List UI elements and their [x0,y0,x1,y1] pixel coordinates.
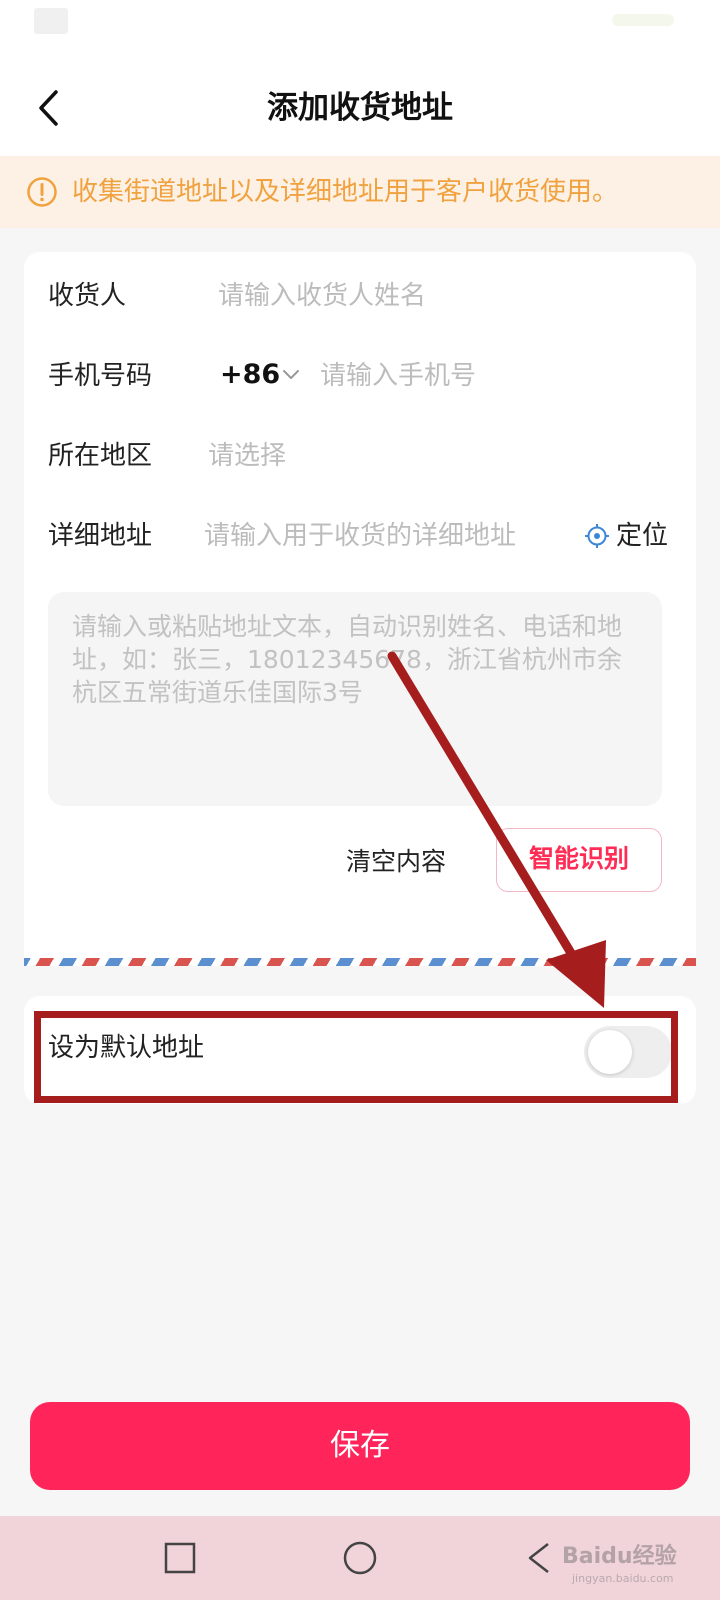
save-button[interactable]: 保存 [30,1402,690,1490]
toggle-knob [588,1030,632,1074]
status-bar [0,0,720,60]
home-icon[interactable] [336,1534,384,1582]
nav-back-icon[interactable] [516,1534,564,1582]
watermark-logo: Baidu经验 [562,1544,677,1569]
clear-content-button[interactable]: 清空内容 [346,844,446,880]
recipient-row: 收货人 请输入收货人姓名 [24,268,696,324]
phone-row: 手机号码 +86 请输入手机号 [24,348,696,404]
notice-banner: 收集街道地址以及详细地址用于客户收货使用。 [0,156,720,228]
recent-apps-icon[interactable] [156,1534,204,1582]
country-code-selector[interactable]: +86 [220,356,280,394]
region-row[interactable]: 所在地区 请选择 [24,428,696,484]
status-indicator [34,8,68,34]
phone-label: 手机号码 [48,361,153,391]
battery-icon [612,14,674,26]
default-address-label: 设为默认地址 [48,1033,205,1063]
page-title: 添加收货地址 [267,90,453,126]
phone-input[interactable]: 请输入手机号 [320,358,476,394]
address-label: 详细地址 [48,521,153,551]
locate-button[interactable]: 定位 [616,518,668,554]
smart-recognize-button[interactable]: 智能识别 [496,828,662,892]
default-address-toggle[interactable] [584,1026,672,1078]
region-select[interactable]: 请选择 [208,438,286,474]
warning-circle-icon [27,177,57,207]
recipient-label: 收货人 [48,281,127,311]
paste-address-textarea[interactable]: 请输入或粘贴地址文本，自动识别姓名、电话和地址，如：张三，18012345678… [48,592,662,806]
address-input[interactable]: 请输入用于收货的详细地址 [204,518,516,554]
system-nav-bar: Baidu经验 jingyan.baidu.com [0,1516,720,1600]
default-address-row: 设为默认地址 [24,996,696,1104]
notice-text: 收集街道地址以及详细地址用于客户收货使用。 [72,177,619,207]
address-row: 详细地址 请输入用于收货的详细地址 定位 [24,508,696,564]
watermark-url: jingyan.baidu.com [572,1572,674,1585]
chevron-down-icon[interactable] [280,368,302,382]
region-label: 所在地区 [48,441,153,471]
address-form-card: 收货人 请输入收货人姓名 手机号码 +86 请输入手机号 所在地区 请选择 详细… [24,252,696,958]
page-header: 添加收货地址 [0,60,720,156]
airmail-stripe-divider [24,958,696,966]
locate-target-icon[interactable] [584,523,610,549]
recipient-input[interactable]: 请输入收货人姓名 [218,278,426,314]
